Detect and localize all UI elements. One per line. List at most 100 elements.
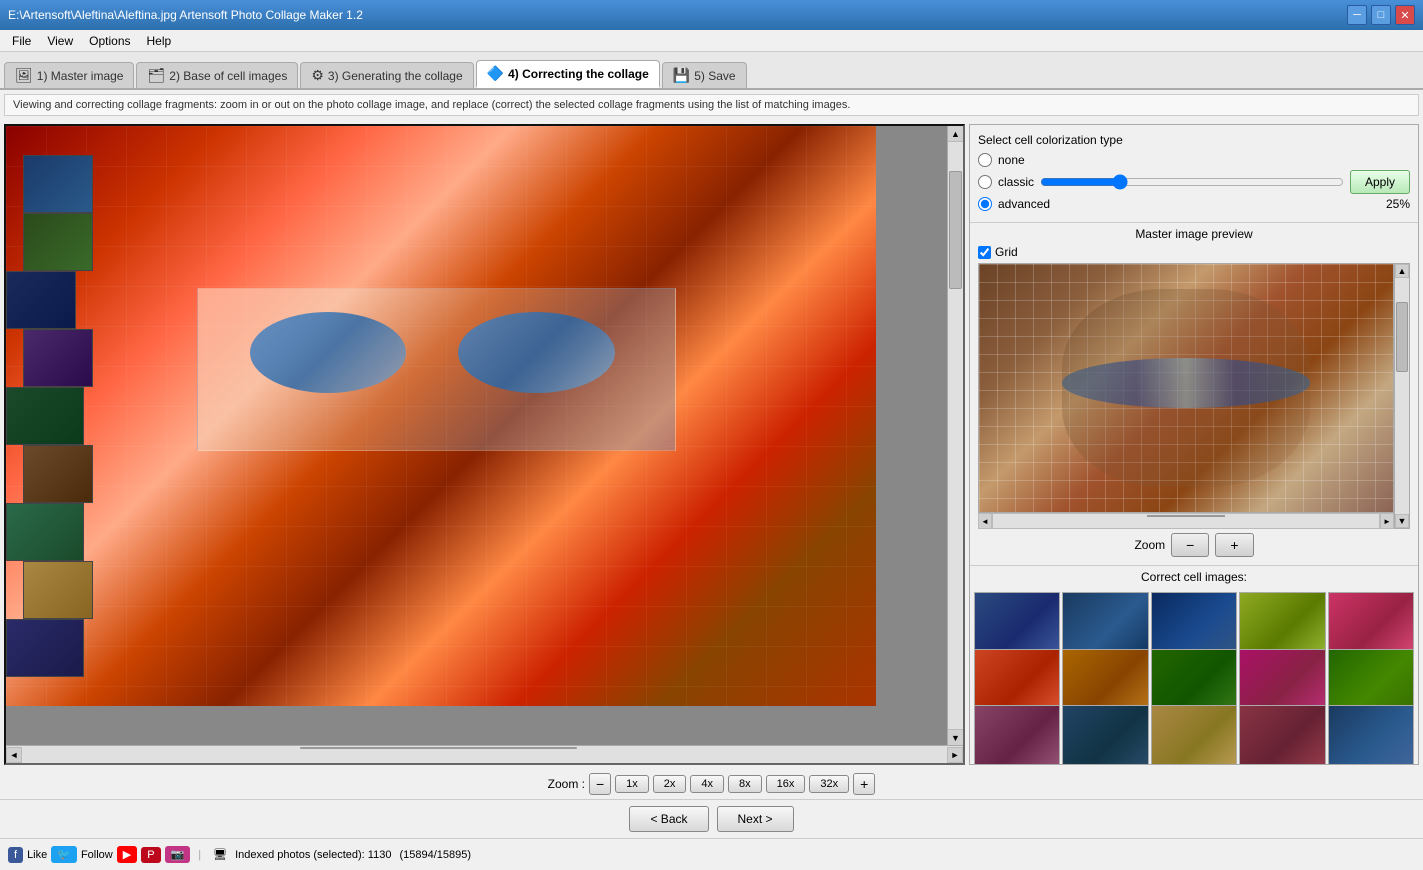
colorize-title: Select cell colorization type bbox=[978, 133, 1410, 147]
zoom-2x[interactable]: 2x bbox=[653, 775, 687, 793]
titlebar-title: E:\Artensoft\Aleftina\Aleftina.jpg Arten… bbox=[8, 8, 363, 22]
right-panel: Select cell colorization type none class… bbox=[969, 124, 1419, 765]
zoom-plus-main[interactable]: + bbox=[853, 773, 875, 795]
menu-view[interactable]: View bbox=[39, 32, 81, 50]
hscroll-track bbox=[22, 746, 947, 763]
vscroll-track bbox=[948, 142, 963, 729]
maximize-button[interactable]: □ bbox=[1371, 5, 1391, 25]
preview-vscroll-up[interactable]: ▲ bbox=[1395, 264, 1409, 278]
preview-vscroll-down[interactable]: ▼ bbox=[1395, 514, 1409, 528]
radio-classic[interactable] bbox=[978, 175, 992, 189]
back-button[interactable]: < Back bbox=[629, 806, 708, 832]
canvas-scroll[interactable] bbox=[6, 126, 947, 745]
master-preview-title: Master image preview bbox=[978, 227, 1410, 241]
cell-images-title: Correct cell images: bbox=[970, 566, 1418, 588]
zoom-1x[interactable]: 1x bbox=[615, 775, 649, 793]
zoom-label-main: Zoom : bbox=[548, 777, 585, 791]
window-controls: ─ □ ✕ bbox=[1347, 5, 1415, 25]
zoom-8x[interactable]: 8x bbox=[728, 775, 762, 793]
canvas-hscroll[interactable]: ◄ ► bbox=[6, 745, 963, 763]
preview-hscroll-left[interactable]: ◄ bbox=[978, 513, 992, 529]
radio-advanced-row: advanced 25% bbox=[978, 197, 1410, 211]
tab-master-image[interactable]: 🖼 1) Master image bbox=[4, 62, 134, 88]
cell-thumb-13[interactable] bbox=[1151, 705, 1237, 764]
apply-button[interactable]: Apply bbox=[1350, 170, 1410, 194]
tab-label-master: 1) Master image bbox=[37, 69, 124, 83]
minimize-button[interactable]: ─ bbox=[1347, 5, 1367, 25]
zoom-minus-main[interactable]: − bbox=[589, 773, 611, 795]
hscroll-left[interactable]: ◄ bbox=[6, 747, 22, 763]
tab-icon-correcting: 🔷 bbox=[487, 65, 504, 82]
grid-checkbox[interactable] bbox=[978, 246, 991, 259]
slider-value: 25% bbox=[1386, 197, 1410, 211]
preview-hscroll-thumb bbox=[1147, 515, 1224, 517]
zoom-32x[interactable]: 32x bbox=[809, 775, 849, 793]
preview-zoom-buttons: Zoom − + bbox=[978, 529, 1410, 561]
preview-main: ◄ ► bbox=[978, 263, 1394, 529]
tab-correcting[interactable]: 🔷 4) Correcting the collage bbox=[476, 60, 660, 88]
grid-label: Grid bbox=[995, 245, 1018, 259]
tab-icon-base: 🗂 bbox=[147, 67, 165, 84]
cell-thumb-12[interactable] bbox=[1062, 705, 1148, 764]
main-area: ▲ ▼ ◄ ► Select cell colorization type no… bbox=[0, 120, 1423, 769]
titlebar: E:\Artensoft\Aleftina\Aleftina.jpg Arten… bbox=[0, 0, 1423, 30]
cell-thumb-14[interactable] bbox=[1239, 705, 1325, 764]
tab-icon-save: 💾 bbox=[673, 67, 690, 84]
tab-base-cell-images[interactable]: 🗂 2) Base of cell images bbox=[136, 62, 298, 88]
tab-label-generating: 3) Generating the collage bbox=[328, 69, 463, 83]
radio-advanced[interactable] bbox=[978, 197, 992, 211]
hscroll-thumb bbox=[300, 747, 578, 749]
cell-thumb-11[interactable] bbox=[974, 705, 1060, 764]
colorize-section: Select cell colorization type none class… bbox=[970, 125, 1418, 223]
vscroll-down[interactable]: ▼ bbox=[948, 729, 963, 745]
preview-vscroll-thumb bbox=[1396, 302, 1408, 373]
close-button[interactable]: ✕ bbox=[1395, 5, 1415, 25]
vscroll-thumb bbox=[949, 171, 962, 288]
preview-zoom-plus[interactable]: + bbox=[1215, 533, 1253, 557]
menu-options[interactable]: Options bbox=[81, 32, 138, 50]
hscroll-right[interactable]: ► bbox=[947, 747, 963, 763]
infobar-text: Viewing and correcting collage fragments… bbox=[13, 99, 850, 111]
preview-hscroll-track bbox=[992, 513, 1380, 529]
grid-checkbox-row: Grid bbox=[978, 245, 1410, 259]
zoom-controls: Zoom : − 1x 2x 4x 8x 16x 32x + bbox=[0, 769, 1423, 799]
canvas-vscroll[interactable]: ▲ ▼ bbox=[947, 126, 963, 745]
radio-none[interactable] bbox=[978, 153, 992, 167]
zoom-label: Zoom bbox=[1134, 538, 1165, 552]
cell-thumb-15[interactable] bbox=[1328, 705, 1414, 764]
bottom-nav: < Back Next > bbox=[0, 799, 1423, 838]
infobar: Viewing and correcting collage fragments… bbox=[4, 94, 1419, 116]
canvas-area: ▲ ▼ ◄ ► bbox=[4, 124, 965, 765]
master-preview-section: Master image preview Grid ◄ bbox=[970, 223, 1418, 566]
radio-none-row: none bbox=[978, 153, 1410, 167]
menubar: File View Options Help bbox=[0, 30, 1423, 52]
radio-classic-row: classic Apply bbox=[978, 170, 1410, 194]
preview-hscroll-right[interactable]: ► bbox=[1380, 513, 1394, 529]
tab-icon-master: 🖼 bbox=[15, 67, 33, 84]
preview-zoom-minus[interactable]: − bbox=[1171, 533, 1209, 557]
radio-none-label: none bbox=[998, 153, 1025, 167]
zoom-16x[interactable]: 16x bbox=[766, 775, 806, 793]
vscroll-up[interactable]: ▲ bbox=[948, 126, 963, 142]
radio-advanced-label: advanced bbox=[998, 197, 1050, 211]
master-preview-image bbox=[978, 263, 1394, 513]
tab-icon-generating: ⚙ bbox=[311, 67, 324, 84]
menu-help[interactable]: Help bbox=[139, 32, 180, 50]
preview-hscroll[interactable]: ◄ ► bbox=[978, 513, 1394, 529]
toolbar: 🖼 1) Master image 🗂 2) Base of cell imag… bbox=[0, 52, 1423, 90]
preview-container: ◄ ► ▲ ▼ bbox=[978, 263, 1410, 529]
tab-generating[interactable]: ⚙ 3) Generating the collage bbox=[300, 62, 473, 88]
tab-label-base: 2) Base of cell images bbox=[169, 69, 287, 83]
preview-vscroll-track bbox=[1396, 278, 1408, 514]
collage-image bbox=[6, 126, 876, 706]
cell-images-section: Correct cell images: bbox=[970, 566, 1418, 764]
cell-images-grid bbox=[970, 588, 1418, 764]
next-button[interactable]: Next > bbox=[717, 806, 794, 832]
radio-classic-label: classic bbox=[998, 175, 1034, 189]
zoom-4x[interactable]: 4x bbox=[690, 775, 724, 793]
menu-file[interactable]: File bbox=[4, 32, 39, 50]
tab-label-correcting: 4) Correcting the collage bbox=[508, 67, 649, 81]
classic-slider[interactable] bbox=[1040, 174, 1344, 190]
preview-vscroll[interactable]: ▲ ▼ bbox=[1394, 263, 1410, 529]
tab-save[interactable]: 💾 5) Save bbox=[662, 62, 747, 88]
